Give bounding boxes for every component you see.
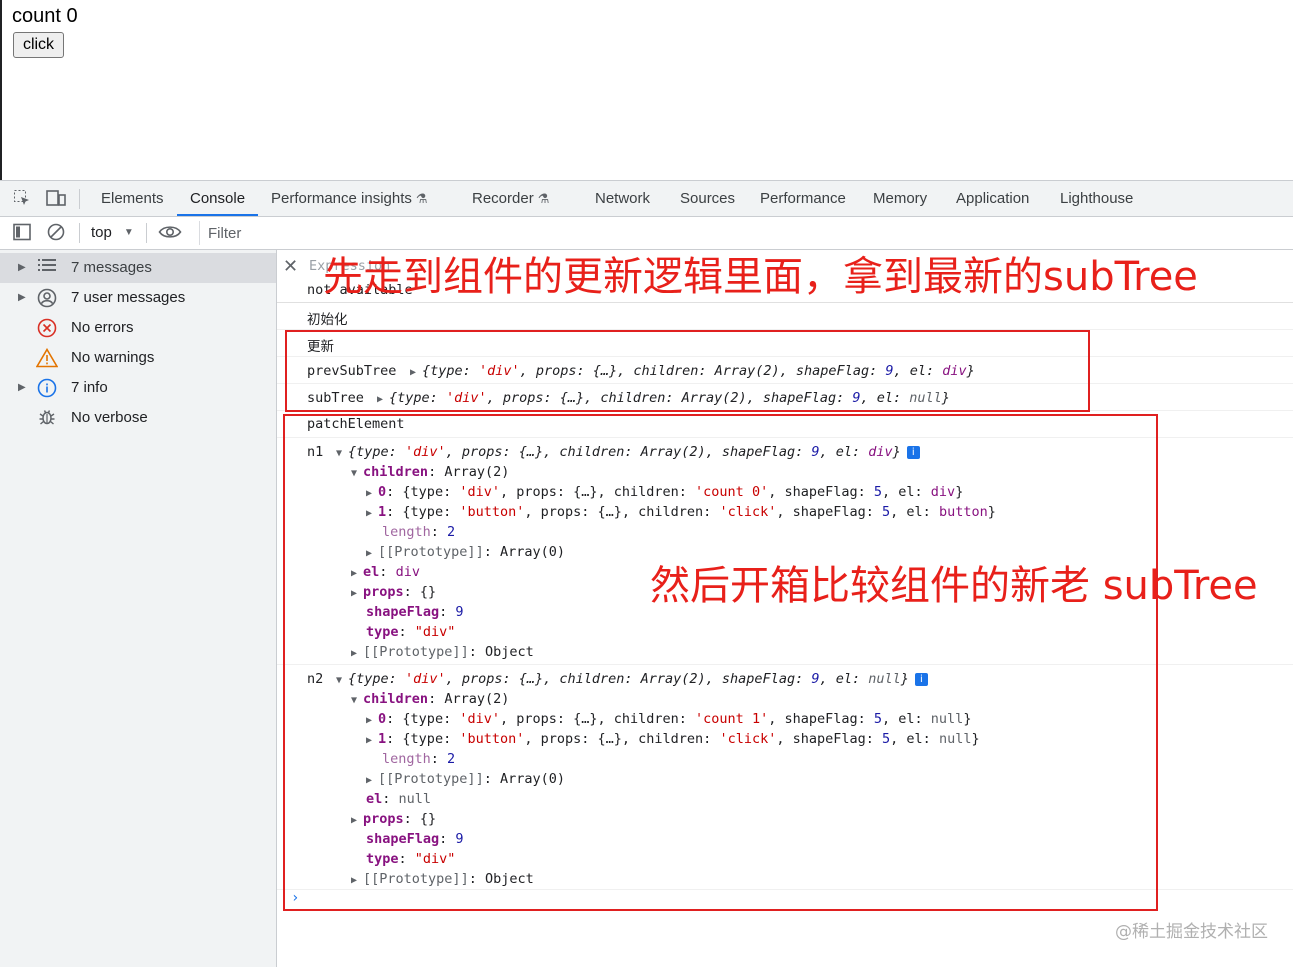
tab-lighthouse[interactable]: Lighthouse (1060, 181, 1133, 216)
tab-performance[interactable]: Performance (760, 181, 846, 216)
console-message: 初始化 (277, 303, 1293, 330)
sidebar-item-info[interactable]: ▶ 7 info (0, 373, 276, 403)
device-toolbar-icon[interactable] (46, 189, 66, 209)
toolbar-divider (79, 189, 80, 209)
context-selector[interactable]: top ▼ (91, 217, 134, 249)
click-button[interactable]: click (13, 32, 64, 58)
info-icon (36, 378, 58, 398)
expand-arrow-icon[interactable]: ▶ (18, 253, 26, 283)
annotation-box-update (285, 330, 1090, 412)
warning-icon (35, 347, 59, 368)
sidebar-item-messages[interactable]: ▶ 7 messages (0, 253, 276, 283)
sidebar-item-label: No warnings (71, 349, 155, 366)
toolbar-divider (79, 223, 80, 243)
sidebar-item-label: 7 messages (71, 259, 152, 276)
list-icon (36, 258, 58, 278)
user-icon (36, 288, 58, 308)
tab-performance-insights[interactable]: Performance insights ⚗ (271, 181, 428, 216)
console-sidebar: ▶ 7 messages ▶ 7 user messages No errors… (0, 250, 277, 967)
tab-memory[interactable]: Memory (873, 181, 927, 216)
annotation-box-patch (283, 414, 1158, 911)
expand-arrow-icon[interactable]: ▶ (18, 373, 26, 403)
flask-icon: ⚗ (537, 191, 550, 206)
sidebar-item-label: No verbose (71, 409, 148, 426)
sidebar-item-errors[interactable]: No errors (0, 313, 276, 343)
close-icon[interactable]: ✕ (283, 256, 298, 277)
sidebar-item-verbose[interactable]: No verbose (0, 403, 276, 433)
sidebar-item-label: 7 user messages (71, 289, 186, 306)
count-text: count 0 (12, 5, 78, 27)
sidebar-item-label: 7 info (71, 379, 108, 396)
log-text: 初始化 (307, 312, 348, 328)
inspect-element-icon[interactable] (12, 189, 32, 209)
context-selector-label: top (91, 224, 112, 241)
watermark: @稀土掘金技术社区 (1115, 922, 1268, 942)
devtools-tabbar: Elements Console Performance insights ⚗ R… (0, 181, 1293, 217)
tab-recorder[interactable]: Recorder ⚗ (472, 181, 549, 216)
sidebar-item-warnings[interactable]: No warnings (0, 343, 276, 373)
tab-network[interactable]: Network (595, 181, 650, 216)
sidebar-toggle-icon[interactable] (12, 223, 32, 243)
page-viewport: count 0 click (0, 0, 1293, 180)
tab-recorder-label: Recorder (472, 190, 534, 207)
tab-application[interactable]: Application (956, 181, 1029, 216)
caret-down-icon: ▼ (123, 227, 134, 238)
tab-console[interactable]: Console (177, 181, 259, 216)
clear-console-icon[interactable] (46, 223, 66, 243)
tab-sources[interactable]: Sources (680, 181, 735, 216)
error-icon (36, 318, 58, 338)
eye-icon[interactable] (158, 223, 182, 243)
filter-input[interactable] (199, 221, 1293, 245)
expand-arrow-icon[interactable]: ▶ (18, 283, 26, 313)
flask-icon: ⚗ (415, 191, 428, 206)
sidebar-item-user-messages[interactable]: ▶ 7 user messages (0, 283, 276, 313)
sidebar-item-label: No errors (71, 319, 134, 336)
tab-elements[interactable]: Elements (101, 181, 164, 216)
toolbar-divider (146, 223, 147, 243)
tab-performance-insights-label: Performance insights (271, 190, 412, 207)
bug-icon (36, 408, 58, 428)
annotation-text-middle: 然后开箱比较组件的新老 subTree (650, 563, 1258, 609)
annotation-text-top: 先走到组件的更新逻辑里面，拿到最新的subTree (323, 254, 1198, 300)
